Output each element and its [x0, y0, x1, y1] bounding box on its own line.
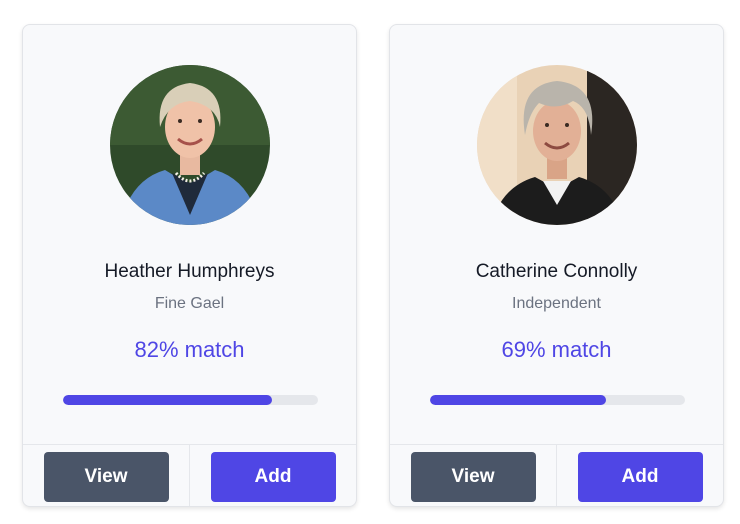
match-percentage: 82% match — [134, 337, 245, 362]
candidate-card: Heather Humphreys Fine Gael 82% match Vi… — [22, 24, 357, 507]
match-progress-bar — [63, 395, 318, 405]
candidate-party: Independent — [512, 295, 601, 312]
match-percentage: 69% match — [501, 337, 612, 362]
candidate-name: Catherine Connolly — [475, 261, 638, 282]
match-progress-fill — [430, 395, 606, 405]
candidate-party: Fine Gael — [154, 295, 225, 312]
match-progress-bar — [430, 395, 685, 405]
match-progress-fill — [63, 395, 273, 405]
card-actions: View Add — [23, 444, 356, 506]
portrait-photo — [110, 65, 270, 225]
view-button[interactable]: View — [43, 452, 169, 502]
candidate-avatar — [110, 65, 270, 225]
add-button[interactable]: Add — [577, 452, 703, 502]
card-actions: View Add — [390, 444, 723, 506]
add-button[interactable]: Add — [210, 452, 336, 502]
candidate-card: Catherine Connolly Independent 69% match… — [389, 24, 724, 507]
view-button[interactable]: View — [410, 452, 536, 502]
candidate-avatar — [477, 65, 637, 225]
portrait-photo — [477, 65, 637, 225]
candidate-name: Heather Humphreys — [104, 261, 275, 282]
candidate-card-list: Heather Humphreys Fine Gael 82% match Vi… — [0, 0, 740, 524]
